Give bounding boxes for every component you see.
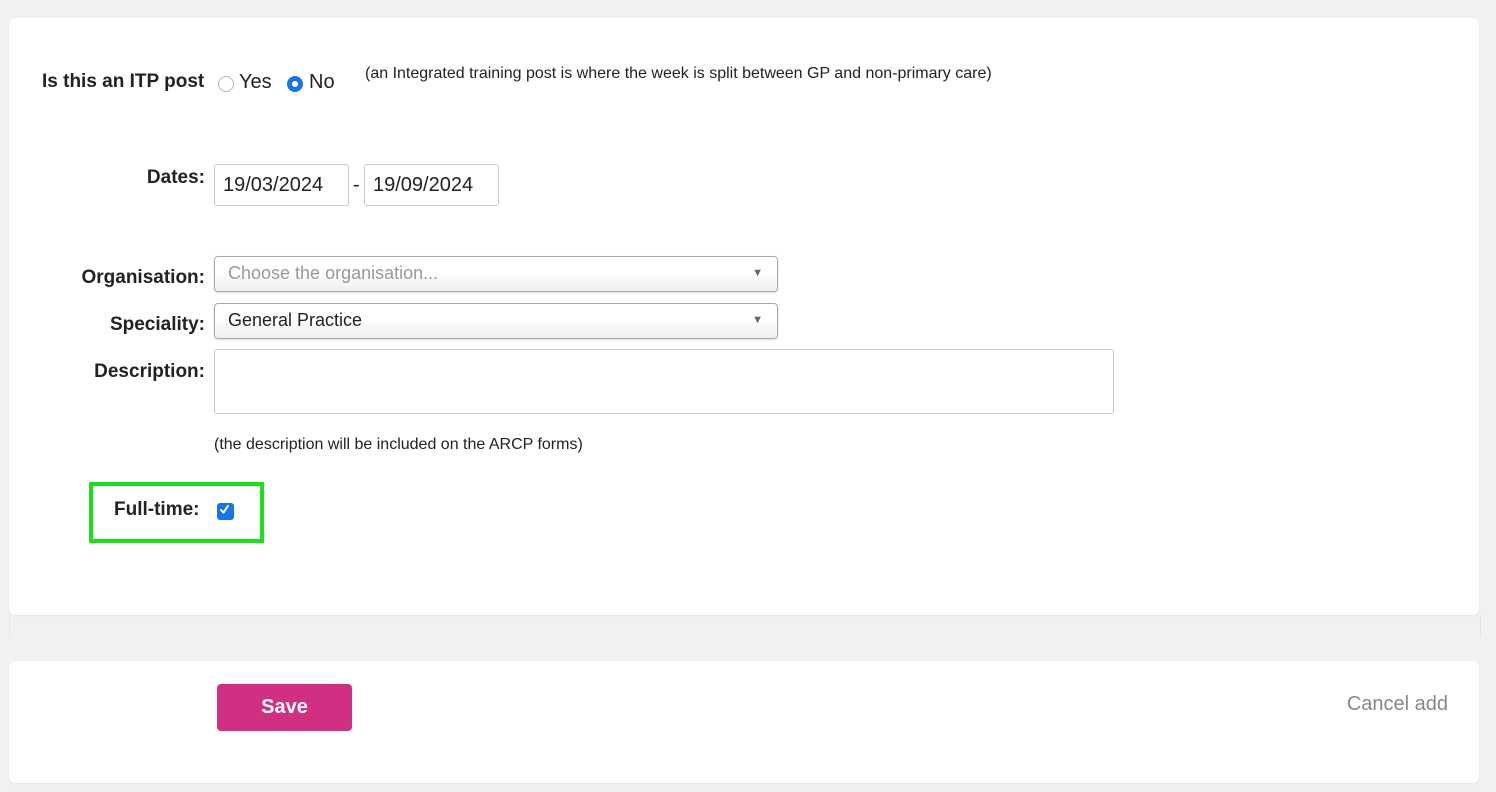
speciality-select[interactable]: General Practice ▼ <box>214 303 778 339</box>
itp-yes-label[interactable]: Yes <box>239 71 272 94</box>
start-date-input[interactable] <box>214 164 349 206</box>
itp-note: (an Integrated training post is where th… <box>365 65 992 82</box>
dates-label: Dates: <box>146 167 205 188</box>
fulltime-label: Full-time: <box>114 499 200 520</box>
itp-yes-radio[interactable] <box>218 76 234 92</box>
save-button[interactable]: Save <box>217 684 352 731</box>
description-textarea[interactable] <box>214 349 1114 414</box>
date-separator: - <box>353 174 360 196</box>
end-date-input[interactable] <box>364 164 499 206</box>
itp-no-label[interactable]: No <box>309 71 335 94</box>
chevron-down-icon: ▼ <box>752 314 763 326</box>
organisation-placeholder: Choose the organisation... <box>228 263 439 283</box>
card-gap <box>9 615 1481 637</box>
itp-label: Is this an ITP post <box>42 71 205 92</box>
description-note: (the description will be included on the… <box>214 436 583 453</box>
organisation-select[interactable]: Choose the organisation... ▼ <box>214 256 778 292</box>
speciality-value: General Practice <box>228 310 363 330</box>
speciality-label: Speciality: <box>109 314 205 335</box>
organisation-label: Organisation: <box>81 267 205 288</box>
description-label: Description: <box>94 361 205 382</box>
checkmark-icon <box>220 505 229 514</box>
cancel-add-link[interactable]: Cancel add <box>1347 693 1448 716</box>
fulltime-checkbox[interactable] <box>217 503 234 520</box>
chevron-down-icon: ▼ <box>752 267 763 279</box>
itp-no-radio[interactable] <box>287 76 303 92</box>
